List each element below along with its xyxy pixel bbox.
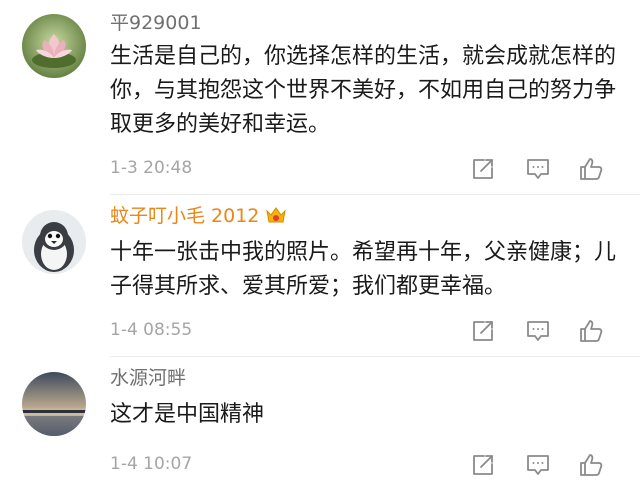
avatar[interactable] [22,372,86,436]
username[interactable]: 水源河畔 [110,366,186,390]
comment-meta: 1-4 10:07 [0,450,640,478]
timestamp: 1-4 10:07 [110,454,193,474]
like-icon[interactable] [578,452,604,478]
comment-item: 水源河畔 这才是中国精神 1-4 10:07 [0,0,640,480]
comment-icon[interactable] [525,452,551,478]
comment-text: 这才是中国精神 [110,402,265,427]
share-icon[interactable] [470,452,496,478]
lake-sunset-avatar-icon [22,372,86,436]
